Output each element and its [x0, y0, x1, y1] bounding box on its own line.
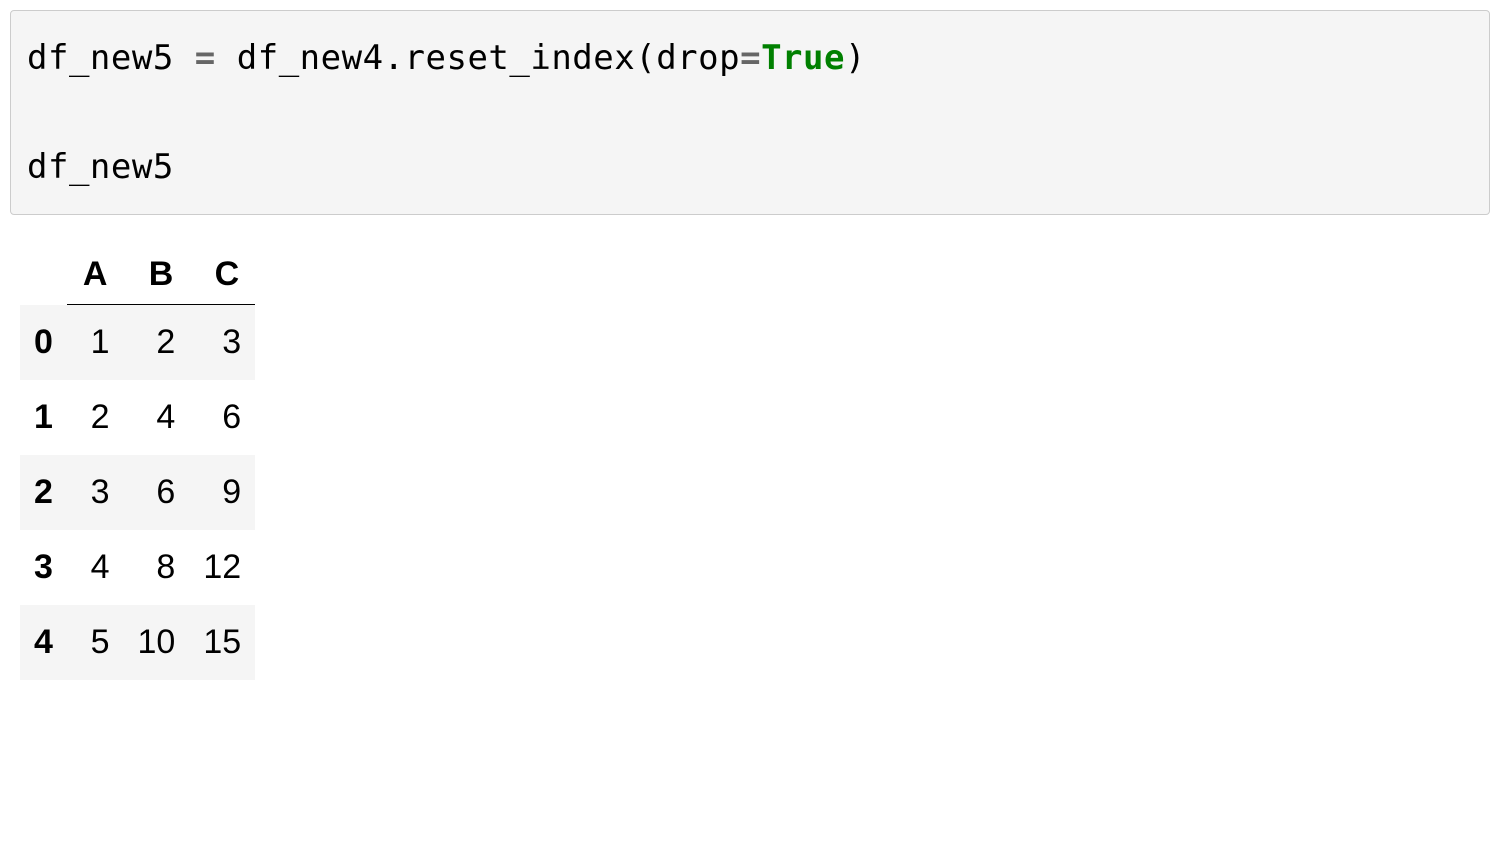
table-cell: 9	[189, 455, 255, 530]
table-cell: 2	[67, 380, 124, 455]
table-column-header: C	[189, 245, 255, 305]
code-token-space	[216, 38, 237, 78]
table-cell: 6	[189, 380, 255, 455]
table-row: 3 4 8 12	[20, 530, 255, 605]
code-input-cell[interactable]: df_new5 = df_new4.reset_index(drop=True)…	[10, 10, 1490, 215]
table-cell: 4	[123, 380, 189, 455]
table-row: 4 5 10 15	[20, 605, 255, 680]
dataframe-table: A B C 0 1 2 3 1 2 4 6 2 3 6 9	[20, 245, 255, 680]
table-row-index: 0	[20, 305, 67, 381]
code-token-assign: =	[195, 38, 216, 78]
table-column-header: A	[67, 245, 124, 305]
table-cell: 8	[123, 530, 189, 605]
code-token-eq: =	[740, 38, 761, 78]
code-token-true: True	[761, 38, 845, 78]
code-line-blank	[27, 85, 1473, 139]
code-token-var: df_new4	[237, 38, 384, 78]
table-cell: 1	[67, 305, 124, 381]
table-cell: 10	[123, 605, 189, 680]
table-cell: 2	[123, 305, 189, 381]
code-token-var: df_new5	[27, 147, 174, 187]
table-cell: 3	[67, 455, 124, 530]
table-cell: 6	[123, 455, 189, 530]
code-token-var: df_new5	[27, 38, 174, 78]
code-token-lparen: (	[635, 38, 656, 78]
table-column-header: B	[123, 245, 189, 305]
table-index-header	[20, 245, 67, 305]
table-cell: 5	[67, 605, 124, 680]
code-token-fn: reset_index	[405, 38, 636, 78]
table-cell: 4	[67, 530, 124, 605]
table-row: 1 2 4 6	[20, 380, 255, 455]
code-token-kwarg: drop	[656, 38, 740, 78]
table-cell: 12	[189, 530, 255, 605]
code-token-dot: .	[384, 38, 405, 78]
table-cell: 15	[189, 605, 255, 680]
table-row: 0 1 2 3	[20, 305, 255, 381]
table-row: 2 3 6 9	[20, 455, 255, 530]
code-token-space	[174, 38, 195, 78]
code-line-1: df_new5 = df_new4.reset_index(drop=True)	[27, 31, 1473, 85]
table-cell: 3	[189, 305, 255, 381]
table-row-index: 4	[20, 605, 67, 680]
table-row-index: 1	[20, 380, 67, 455]
code-line-3: df_new5	[27, 140, 1473, 194]
table-row-index: 3	[20, 530, 67, 605]
output-area: A B C 0 1 2 3 1 2 4 6 2 3 6 9	[0, 235, 1500, 690]
code-token-rparen: )	[845, 38, 866, 78]
table-row-index: 2	[20, 455, 67, 530]
